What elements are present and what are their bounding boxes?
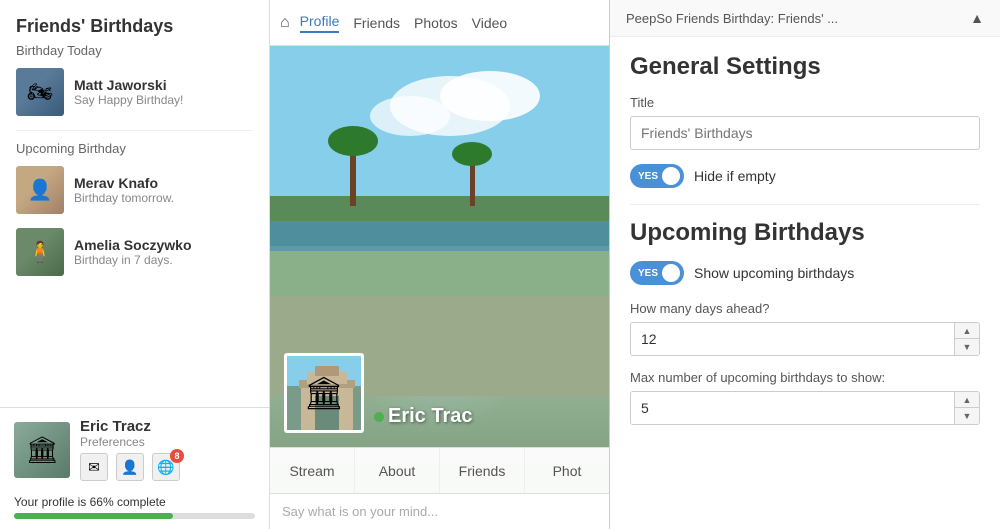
user-footer: Eric Tracz Preferences ✉ 👤 🌐 8 Your prof… [0, 407, 269, 529]
right-panel: PeepSo Friends Birthday: Friends' ... ▲ … [610, 0, 1000, 529]
list-item: Matt Jaworski Say Happy Birthday! [16, 68, 253, 116]
hide-if-empty-label: Hide if empty [694, 168, 776, 184]
birthday-amelia-desc: Birthday in 7 days. [74, 253, 192, 267]
birthday-matt-name: Matt Jaworski [74, 77, 183, 93]
list-item: Merav Knafo Birthday tomorrow. [16, 166, 253, 214]
max-show-decrement[interactable]: ▼ [955, 408, 979, 424]
birthday-merav-desc: Birthday tomorrow. [74, 191, 174, 205]
notification-badge: 8 [170, 449, 184, 463]
birthday-matt-info: Matt Jaworski Say Happy Birthday! [74, 77, 183, 107]
avatar-amelia [16, 228, 64, 276]
max-show-input[interactable] [631, 392, 954, 424]
section-divider [630, 204, 980, 205]
nav-link-video[interactable]: Video [472, 15, 508, 31]
middle-panel: ⌂ Profile Friends Photos Video [270, 0, 610, 529]
show-upcoming-row: YES Show upcoming birthdays [630, 261, 980, 285]
tab-photos[interactable]: Phot [525, 448, 609, 493]
toggle-handle [662, 167, 680, 185]
days-ahead-input[interactable] [631, 323, 954, 355]
days-ahead-increment[interactable]: ▲ [955, 323, 979, 339]
nav-link-profile[interactable]: Profile [300, 13, 340, 33]
right-panel-header: PeepSo Friends Birthday: Friends' ... ▲ [610, 0, 1000, 37]
cover-area: Eric Trac Stream About Friends Phot [270, 46, 609, 493]
birthday-amelia-info: Amelia Soczywko Birthday in 7 days. [74, 237, 192, 267]
days-ahead-label: How many days ahead? [630, 301, 980, 316]
online-dot [374, 412, 384, 422]
max-show-increment[interactable]: ▲ [955, 392, 979, 408]
max-show-label: Max number of upcoming birthdays to show… [630, 370, 980, 385]
user-info-row: Eric Tracz Preferences ✉ 👤 🌐 8 [14, 418, 255, 481]
left-panel: Friends' Birthdays Birthday Today Matt J… [0, 0, 270, 529]
divider [16, 130, 253, 131]
tab-about[interactable]: About [355, 448, 440, 493]
widget-area: Friends' Birthdays Birthday Today Matt J… [0, 0, 269, 407]
birthday-amelia-name: Amelia Soczywko [74, 237, 192, 253]
progress-bar-background [14, 513, 255, 519]
home-icon[interactable]: ⌂ [280, 14, 290, 32]
bottom-tabs: Stream About Friends Phot [270, 447, 609, 493]
status-placeholder: Say what is on your mind... [282, 504, 438, 519]
toggle-handle-2 [662, 264, 680, 282]
user-name: Eric Tracz [80, 418, 180, 435]
show-upcoming-label: Show upcoming birthdays [694, 265, 854, 281]
list-item: Amelia Soczywko Birthday in 7 days. [16, 228, 253, 276]
user-icons: ✉ 👤 🌐 8 [80, 453, 180, 481]
birthday-today-label: Birthday Today [16, 43, 253, 58]
thumb-illustration [287, 356, 364, 433]
progress-bar-fill [14, 513, 173, 519]
collapse-icon[interactable]: ▲ [970, 10, 984, 26]
tab-friends[interactable]: Friends [440, 448, 525, 493]
user-text: Eric Tracz Preferences ✉ 👤 🌐 8 [80, 418, 180, 481]
days-ahead-decrement[interactable]: ▼ [955, 339, 979, 355]
avatar-merav [16, 166, 64, 214]
toggle-yes-label: YES [638, 171, 658, 182]
progress-section: Your profile is 66% complete [14, 487, 255, 529]
profile-thumbnail[interactable] [284, 353, 364, 433]
general-settings-title: General Settings [630, 53, 980, 81]
widget-title: Friends' Birthdays [16, 16, 253, 37]
show-upcoming-toggle[interactable]: YES [630, 261, 684, 285]
cover-illustration [270, 46, 609, 396]
tab-stream[interactable]: Stream [270, 448, 355, 493]
profile-name-cover: Eric Trac [374, 405, 473, 428]
birthday-merav-info: Merav Knafo Birthday tomorrow. [74, 175, 174, 205]
globe-icon-button[interactable]: 🌐 8 [152, 453, 180, 481]
nav-link-photos[interactable]: Photos [414, 15, 458, 31]
right-panel-title: PeepSo Friends Birthday: Friends' ... [626, 11, 838, 26]
upcoming-label: Upcoming Birthday [16, 141, 253, 156]
hide-if-empty-toggle[interactable]: YES [630, 164, 684, 188]
profile-nav: ⌂ Profile Friends Photos Video [270, 0, 609, 46]
birthday-merav-name: Merav Knafo [74, 175, 174, 191]
toggle-yes-label-2: YES [638, 268, 658, 279]
upcoming-section-title: Upcoming Birthdays [630, 219, 980, 247]
cover-photo: Eric Trac [270, 46, 609, 493]
max-show-spinners: ▲ ▼ [954, 392, 979, 424]
email-icon-button[interactable]: ✉ [80, 453, 108, 481]
status-input-bar[interactable]: Say what is on your mind... [270, 493, 609, 529]
days-ahead-spinners: ▲ ▼ [954, 323, 979, 355]
title-field-label: Title [630, 95, 980, 110]
avatar-matt [16, 68, 64, 116]
max-show-input-row: ▲ ▼ [630, 391, 980, 425]
user-pref-label: Preferences [80, 435, 180, 449]
avatar[interactable] [14, 422, 70, 478]
title-field-input[interactable] [630, 116, 980, 150]
hide-if-empty-row: YES Hide if empty [630, 164, 980, 188]
birthday-matt-desc: Say Happy Birthday! [74, 93, 183, 107]
nav-link-friends[interactable]: Friends [353, 15, 400, 31]
profile-complete-text: Your profile is 66% complete [14, 495, 255, 509]
right-panel-body: General Settings Title YES Hide if empty… [610, 37, 1000, 455]
days-ahead-input-row: ▲ ▼ [630, 322, 980, 356]
profile-icon-button[interactable]: 👤 [116, 453, 144, 481]
